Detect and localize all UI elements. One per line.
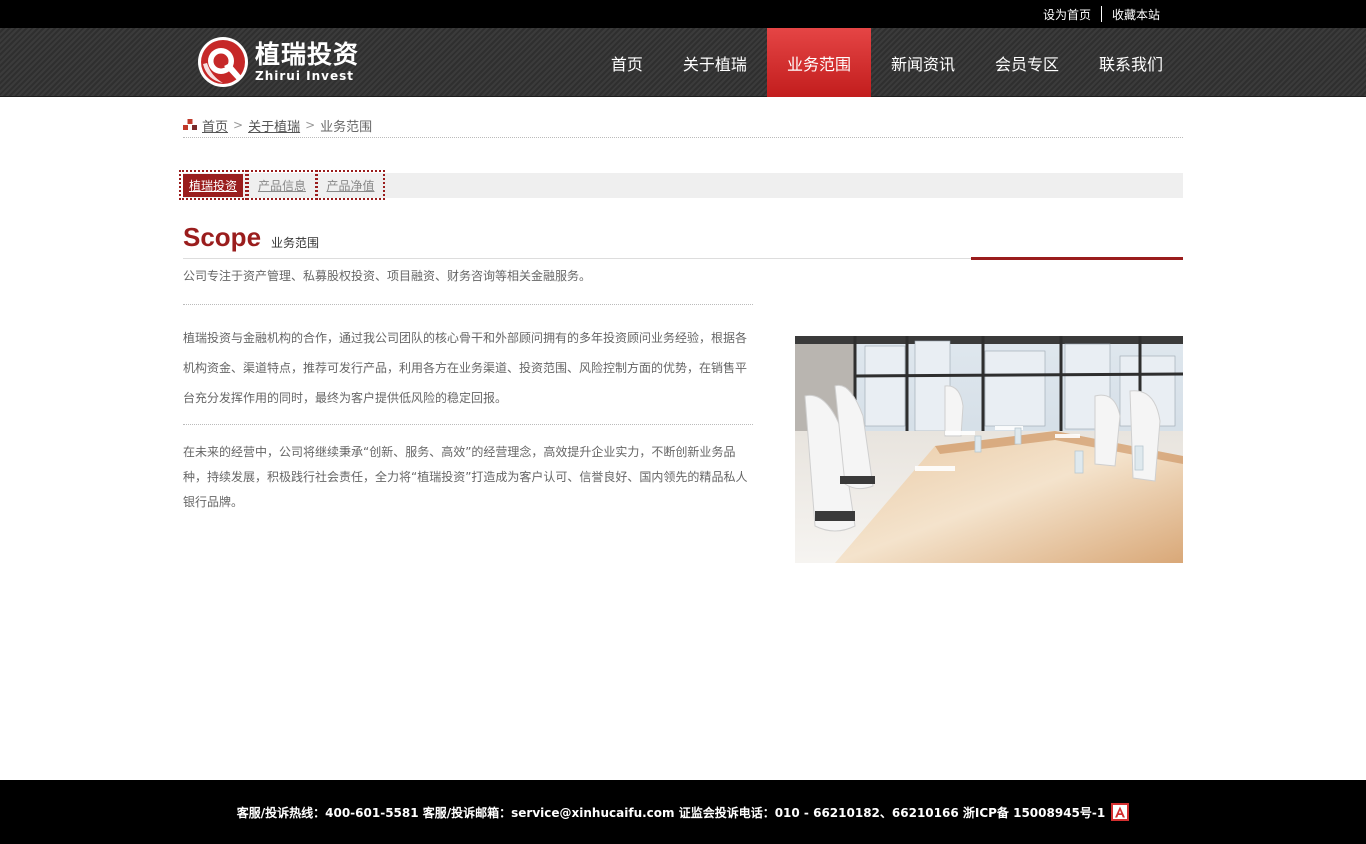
nav-item-about[interactable]: 关于植瑞 [663,28,767,97]
nav-item-members[interactable]: 会员专区 [975,28,1079,97]
bookmark-link[interactable]: 收藏本站 [1112,6,1160,23]
breadcrumb-home-icon [183,119,197,130]
dotted-divider [183,304,753,305]
brand-name-cn: 植瑞投资 [255,40,360,69]
site-footer: 客服/投诉热线：400-601-5581 客服/投诉邮箱：service@xin… [0,780,1366,844]
section-title-cn: 业务范围 [271,236,320,250]
nav-item-business-scope[interactable]: 业务范围 [766,28,871,97]
sub-tabs: 植瑞投资 产品信息 产品净值 [179,170,1183,200]
intro-text: 公司专注于资产管理、私募股权投资、项目融资、财务咨询等相关金融服务。 [183,269,592,283]
main-header: 植瑞投资 Zhirui Invest 首页 关于植瑞 业务范围 新闻资讯 会员专… [0,28,1366,97]
breadcrumb-separator: > [233,118,244,132]
main-nav: 首页 关于植瑞 业务范围 新闻资讯 会员专区 联系我们 [591,28,1183,97]
utility-links: 设为首页 收藏本站 [1043,0,1160,28]
nav-item-news[interactable]: 新闻资讯 [871,28,975,97]
subtab-zhirui-invest[interactable]: 植瑞投资 [179,170,247,200]
top-utility-bar: 设为首页 收藏本站 [0,0,1366,28]
nav-item-home[interactable]: 首页 [591,28,663,97]
subtab-label: 植瑞投资 [182,173,243,197]
section-title-row: Scope 业务范围 [183,222,1183,260]
breadcrumb-current: 业务范围 [320,119,373,135]
subtab-product-nav[interactable]: 产品净值 [316,170,385,200]
utility-separator [1100,6,1102,22]
title-accent-bar [971,257,1183,260]
set-home-link[interactable]: 设为首页 [1043,6,1091,23]
dotted-divider [183,424,753,425]
paragraph-cooperation: 植瑞投资与金融机构的合作，通过我公司团队的核心骨干和外部顾问拥有的多年投资顾问业… [183,331,748,405]
logo-text: 植瑞投资 Zhirui Invest [255,42,359,82]
breadcrumb-parent-link[interactable]: 关于植瑞 [248,116,300,135]
meeting-room-photo [795,336,1183,563]
site-logo[interactable]: 植瑞投资 Zhirui Invest [197,36,359,88]
certification-badge-icon[interactable] [1111,803,1130,821]
nav-item-contact[interactable]: 联系我们 [1079,28,1183,97]
brand-name-en: Zhirui Invest [255,69,354,83]
breadcrumb: 首页 > 关于植瑞 > 业务范围 [183,115,1183,138]
subtab-product-info[interactable]: 产品信息 [247,170,317,200]
logo-mark-icon [198,37,248,87]
breadcrumb-home-link[interactable]: 首页 [202,116,228,135]
section-title-en: Scope [183,222,262,252]
breadcrumb-separator: > [305,118,316,132]
paragraph-future: 在未来的经营中，公司将继续秉承“创新、服务、高效”的经营理念，高效提升企业实力，… [183,445,748,509]
footer-contact-text: 客服/投诉热线：400-601-5581 客服/投诉邮箱：service@xin… [236,805,1106,820]
